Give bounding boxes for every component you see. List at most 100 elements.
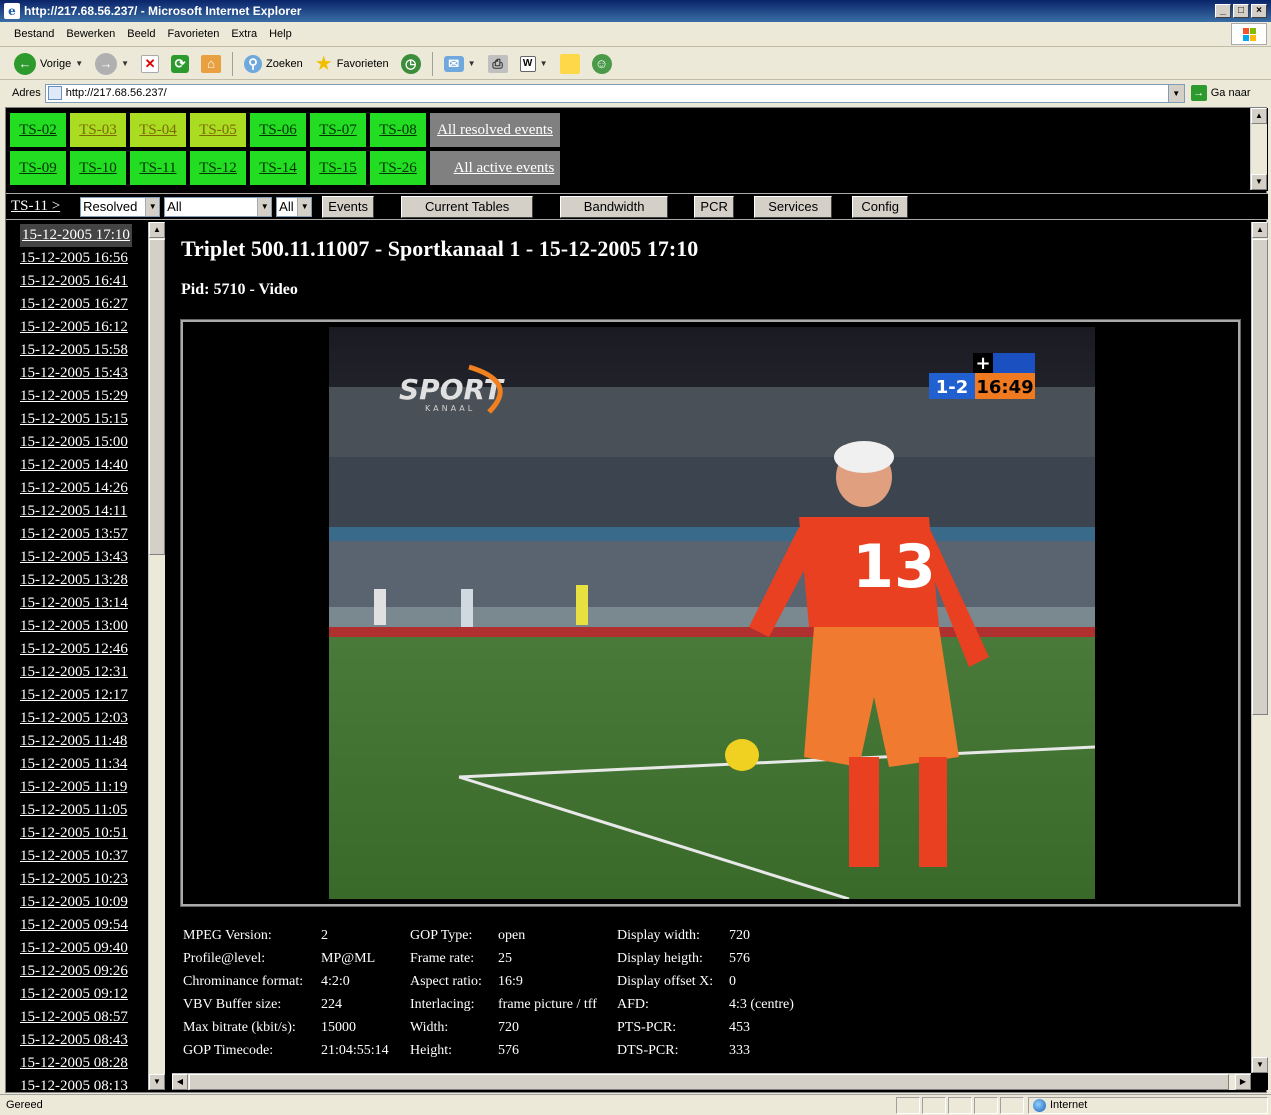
event-list-item[interactable]: 15-12-2005 08:28 — [20, 1052, 132, 1075]
main-frame-scrollbar[interactable]: ▲ ▼ — [1251, 222, 1268, 1073]
messenger-button[interactable]: ☺ — [588, 51, 616, 77]
event-list-item[interactable]: 15-12-2005 15:00 — [20, 431, 132, 454]
back-button[interactable]: ← Vorige ▼ — [10, 51, 87, 77]
ts-button-ts-03[interactable]: TS-03 — [70, 113, 126, 147]
scroll-up-icon[interactable]: ▲ — [1251, 108, 1267, 124]
main-frame-hscrollbar[interactable]: ◀ ▶ — [172, 1073, 1251, 1090]
status-select[interactable]: Resolved ▼ — [80, 196, 161, 217]
event-list-item[interactable]: 15-12-2005 09:12 — [20, 983, 132, 1006]
print-button[interactable]: ⎙ — [484, 51, 512, 77]
ts-button-ts-05[interactable]: TS-05 — [190, 113, 246, 147]
event-list-item[interactable]: 15-12-2005 16:27 — [20, 293, 132, 316]
all-active-events-button[interactable]: All active events — [430, 151, 560, 185]
scroll-left-icon[interactable]: ◀ — [172, 1074, 188, 1090]
menu-help[interactable]: Help — [269, 28, 292, 40]
event-list-item[interactable]: 15-12-2005 16:12 — [20, 316, 132, 339]
event-list-item[interactable]: 15-12-2005 10:51 — [20, 822, 132, 845]
event-list-item[interactable]: 15-12-2005 15:58 — [20, 339, 132, 362]
chevron-down-icon[interactable]: ▼ — [121, 59, 129, 68]
stop-button[interactable]: ✕ — [137, 51, 163, 77]
events-button[interactable]: Events — [322, 195, 375, 218]
event-list-item[interactable]: 15-12-2005 09:54 — [20, 914, 132, 937]
scroll-down-icon[interactable]: ▼ — [149, 1074, 165, 1090]
minimize-button[interactable]: _ — [1215, 4, 1231, 18]
favorites-button[interactable]: ★ Favorieten — [311, 51, 393, 77]
event-list-item[interactable]: 15-12-2005 12:03 — [20, 707, 132, 730]
maximize-button[interactable]: □ — [1233, 4, 1249, 18]
mail-button[interactable]: ✉ ▼ — [440, 51, 480, 77]
third-select[interactable]: All ▼ — [276, 196, 313, 217]
scroll-thumb[interactable] — [1252, 239, 1268, 715]
search-button[interactable]: ⚲ Zoeken — [240, 51, 307, 77]
scroll-thumb[interactable] — [149, 239, 165, 555]
notes-button[interactable] — [556, 51, 584, 77]
event-list-item[interactable]: 15-12-2005 15:29 — [20, 385, 132, 408]
ts-frame-scrollbar[interactable]: ▲ ▼ — [1250, 108, 1267, 190]
menu-beeld[interactable]: Beeld — [127, 28, 155, 40]
ts-button-ts-11[interactable]: TS-11 — [130, 151, 186, 185]
scroll-thumb[interactable] — [189, 1074, 1229, 1090]
scroll-down-icon[interactable]: ▼ — [1251, 174, 1267, 190]
menu-bewerken[interactable]: Bewerken — [66, 28, 115, 40]
scroll-down-icon[interactable]: ▼ — [1252, 1057, 1268, 1073]
event-list-item[interactable]: 15-12-2005 12:46 — [20, 638, 132, 661]
event-list-item[interactable]: 15-12-2005 14:26 — [20, 477, 132, 500]
event-list-item[interactable]: 15-12-2005 14:11 — [20, 500, 132, 523]
event-list-item[interactable]: 15-12-2005 10:23 — [20, 868, 132, 891]
ts-button-ts-08[interactable]: TS-08 — [370, 113, 426, 147]
ts-button-ts-02[interactable]: TS-02 — [10, 113, 66, 147]
menu-favorieten[interactable]: Favorieten — [167, 28, 219, 40]
chevron-down-icon[interactable]: ▼ — [1167, 84, 1184, 102]
scroll-up-icon[interactable]: ▲ — [149, 222, 165, 238]
event-list-item[interactable]: 15-12-2005 15:15 — [20, 408, 132, 431]
chevron-down-icon[interactable]: ▼ — [468, 59, 476, 68]
ts-button-ts-09[interactable]: TS-09 — [10, 151, 66, 185]
current-tables-button[interactable]: Current Tables — [401, 195, 534, 218]
ts-button-ts-14[interactable]: TS-14 — [250, 151, 306, 185]
event-list-item[interactable]: 15-12-2005 08:13 — [20, 1075, 132, 1090]
bandwidth-button[interactable]: Bandwidth — [560, 195, 669, 218]
ts-button-ts-06[interactable]: TS-06 — [250, 113, 306, 147]
event-list-item[interactable]: 15-12-2005 09:40 — [20, 937, 132, 960]
event-list-item[interactable]: 15-12-2005 13:00 — [20, 615, 132, 638]
address-input[interactable]: http://217.68.56.237/ ▼ — [44, 83, 1185, 103]
event-list-item[interactable]: 15-12-2005 14:40 — [20, 454, 132, 477]
event-list-item[interactable]: 15-12-2005 11:05 — [20, 799, 132, 822]
close-button[interactable]: × — [1251, 4, 1267, 18]
ts-button-ts-26[interactable]: TS-26 — [370, 151, 426, 185]
go-button[interactable]: → Ga naar — [1190, 85, 1251, 101]
event-list-item[interactable]: 15-12-2005 10:09 — [20, 891, 132, 914]
event-list-item[interactable]: 15-12-2005 11:19 — [20, 776, 132, 799]
event-list-item[interactable]: 15-12-2005 15:43 — [20, 362, 132, 385]
event-list-item[interactable]: 15-12-2005 16:56 — [20, 247, 132, 270]
menu-bestand[interactable]: Bestand — [14, 28, 54, 40]
event-list-item[interactable]: 15-12-2005 09:26 — [20, 960, 132, 983]
event-list-item[interactable]: 15-12-2005 16:41 — [20, 270, 132, 293]
event-list-item[interactable]: 15-12-2005 17:10 — [20, 224, 132, 247]
config-button[interactable]: Config — [852, 195, 909, 218]
event-list-item[interactable]: 15-12-2005 11:34 — [20, 753, 132, 776]
event-list-item[interactable]: 15-12-2005 13:14 — [20, 592, 132, 615]
event-list-item[interactable]: 15-12-2005 08:57 — [20, 1006, 132, 1029]
pcr-button[interactable]: PCR — [694, 195, 735, 218]
ts-button-ts-10[interactable]: TS-10 — [70, 151, 126, 185]
event-list-item[interactable]: 15-12-2005 13:43 — [20, 546, 132, 569]
home-button[interactable]: ⌂ — [197, 51, 225, 77]
event-list-item[interactable]: 15-12-2005 11:48 — [20, 730, 132, 753]
event-list-item[interactable]: 15-12-2005 10:37 — [20, 845, 132, 868]
type-select[interactable]: All ▼ — [164, 196, 273, 217]
event-list-item[interactable]: 15-12-2005 12:31 — [20, 661, 132, 684]
event-list-scrollbar[interactable]: ▲ ▼ — [148, 222, 165, 1090]
ts-button-ts-15[interactable]: TS-15 — [310, 151, 366, 185]
event-list-item[interactable]: 15-12-2005 12:17 — [20, 684, 132, 707]
scroll-up-icon[interactable]: ▲ — [1252, 222, 1268, 238]
services-button[interactable]: Services — [754, 195, 833, 218]
breadcrumb[interactable]: TS-11 > — [11, 198, 60, 215]
forward-button[interactable]: → ▼ — [91, 51, 133, 77]
event-list-item[interactable]: 15-12-2005 08:43 — [20, 1029, 132, 1052]
event-list-item[interactable]: 15-12-2005 13:57 — [20, 523, 132, 546]
edit-button[interactable]: W ▼ — [516, 51, 552, 77]
ts-button-ts-07[interactable]: TS-07 — [310, 113, 366, 147]
ts-button-ts-04[interactable]: TS-04 — [130, 113, 186, 147]
scroll-right-icon[interactable]: ▶ — [1235, 1074, 1251, 1090]
